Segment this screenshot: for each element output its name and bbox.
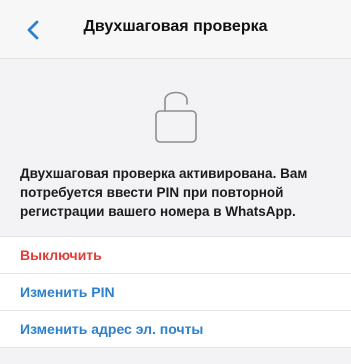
lock-illustration — [0, 80, 351, 150]
navigation-bar: Двухшаговая проверка — [0, 0, 351, 59]
change-email-button[interactable]: Изменить адрес эл. почты — [0, 311, 351, 348]
page-title: Двухшаговая проверка — [83, 18, 268, 35]
disable-button[interactable]: Выключить — [0, 237, 351, 274]
actions-list: Выключить Изменить PIN Изменить адрес эл… — [0, 236, 351, 348]
two-step-verification-screen: Двухшаговая проверка Двухшаговая проверк… — [0, 0, 351, 364]
change-pin-button[interactable]: Изменить PIN — [0, 274, 351, 311]
lock-icon — [154, 91, 197, 143]
status-description: Двухшаговая проверка активирована. Вам п… — [20, 166, 308, 219]
